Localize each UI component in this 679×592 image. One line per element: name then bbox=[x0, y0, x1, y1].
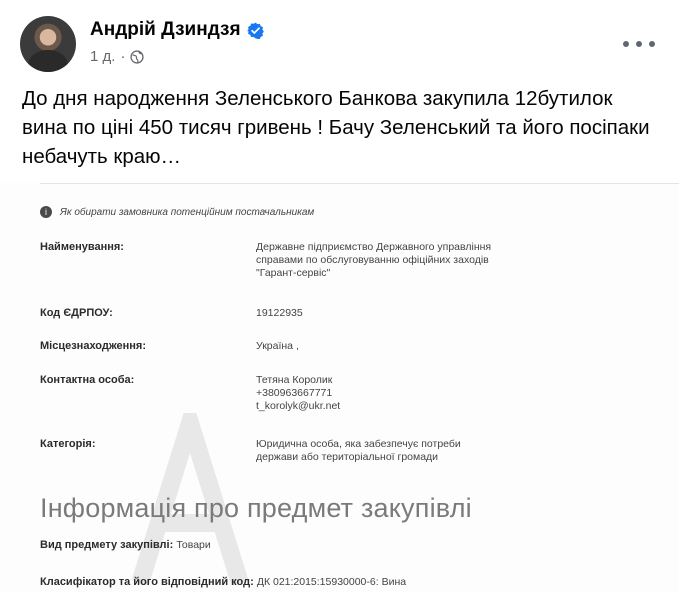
post-time[interactable]: 1 д. bbox=[90, 48, 115, 65]
hint-text: Як обирати замовника потенційним постача… bbox=[60, 206, 315, 218]
author-row: Андрій Дзиндзя bbox=[90, 18, 264, 42]
field-value-code: 19122935 bbox=[256, 307, 303, 319]
verified-badge-icon bbox=[246, 22, 264, 39]
globe-icon bbox=[130, 49, 145, 64]
meta-separator: · bbox=[120, 48, 126, 65]
embedded-screenshot: i Як обирати замовника потенційним поста… bbox=[0, 183, 679, 592]
field-label-code: Код ЄДРПОУ: bbox=[40, 307, 113, 319]
field-value-contact: Тетяна Королик +380963667771 t_korolyk@u… bbox=[256, 374, 341, 413]
subject-type-label: Вид предмету закупівлі: bbox=[40, 539, 174, 551]
classifier-label: Класифікатор та його відповідний код: bbox=[40, 576, 254, 588]
more-options-icon bbox=[623, 41, 629, 47]
field-value-name: Державне підприємство Державного управлі… bbox=[256, 241, 492, 279]
hint-link[interactable]: i Як обирати замовника потенційним поста… bbox=[40, 206, 314, 218]
field-value-category: Юридична особа, яка забезпечує потреби д… bbox=[256, 438, 461, 463]
divider bbox=[40, 183, 679, 184]
field-label-contact: Контактна особа: bbox=[40, 374, 135, 386]
avatar[interactable] bbox=[20, 16, 76, 72]
post-text: До дня народження Зеленського Банкова за… bbox=[22, 87, 650, 168]
info-icon: i bbox=[40, 206, 52, 218]
field-label-category: Категорія: bbox=[40, 438, 96, 450]
section-title: Інформація про предмет закупівлі bbox=[40, 493, 472, 523]
author-name[interactable]: Андрій Дзиндзя bbox=[90, 19, 241, 41]
classifier-value: ДК 021:2015:15930000-6: Вина bbox=[256, 576, 407, 588]
field-value-location: Україна , bbox=[256, 340, 299, 352]
subject-type-value: Товари bbox=[176, 539, 211, 551]
field-label-name: Найменування: bbox=[40, 241, 124, 253]
post-header: Андрій Дзиндзя 1 д. · bbox=[16, 12, 663, 72]
field-label-location: Місцезнаходження: bbox=[40, 340, 146, 352]
subject-type-row: Вид предмету закупівлі: Товари bbox=[40, 539, 211, 551]
more-options-button[interactable] bbox=[623, 34, 655, 54]
contact-email-link[interactable]: t_korolyk@ukr.net bbox=[256, 400, 340, 413]
classifier-row: Класифікатор та його відповідний код: ДК… bbox=[40, 576, 406, 588]
post-meta: 1 д. · bbox=[90, 48, 145, 65]
